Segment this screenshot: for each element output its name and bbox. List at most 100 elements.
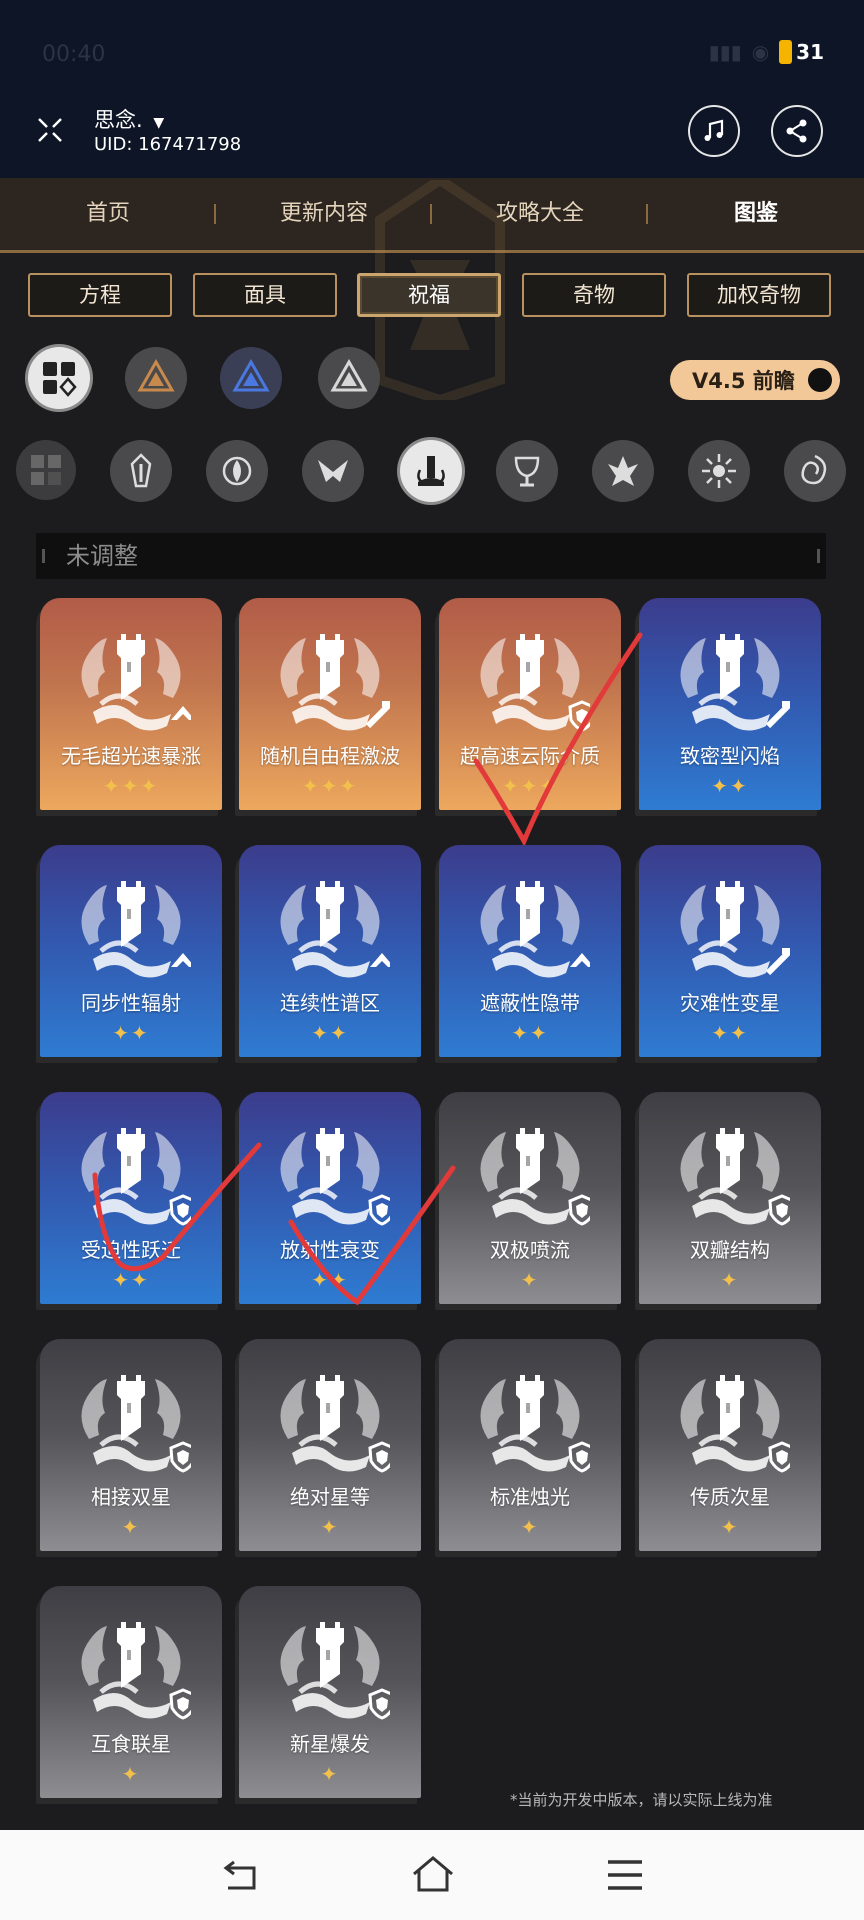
- hunt-icon: [514, 456, 540, 487]
- toggle-knob-icon: [808, 368, 832, 392]
- star-rating: ✦: [520, 1268, 540, 1292]
- filter-path-preservation[interactable]: [110, 440, 172, 502]
- all-icon: [31, 455, 61, 485]
- filter-path-nihility[interactable]: [302, 440, 364, 502]
- abundance-tower-icon: [480, 1375, 590, 1473]
- blessing-card[interactable]: 新星爆发 ✦: [239, 1586, 421, 1798]
- blessing-card[interactable]: 致密型闪焰 ✦✦: [639, 598, 821, 810]
- blessing-card[interactable]: 无毛超光速暴涨 ✦✦✦: [40, 598, 222, 810]
- star-rating: ✦✦: [112, 1268, 150, 1292]
- blessing-card[interactable]: 放射性衰变 ✦✦: [239, 1092, 421, 1304]
- destruction-icon: [608, 456, 638, 486]
- filter-all-rarity[interactable]: [28, 347, 90, 409]
- filter-path-elation[interactable]: [688, 440, 750, 502]
- blessing-card[interactable]: 受迫性跃迁 ✦✦: [40, 1092, 222, 1304]
- star-rating: ✦: [720, 1515, 740, 1539]
- blessing-name: 受迫性跃迁: [81, 1238, 181, 1262]
- category-tab-weighted-curios[interactable]: 加权奇物: [687, 273, 831, 317]
- blessing-card[interactable]: 连续性谱区 ✦✦: [239, 845, 421, 1057]
- status-time: 00:40: [42, 42, 106, 67]
- status-icons: ▮▮▮ ◉ 31: [709, 40, 824, 64]
- abundance-icon: [417, 456, 445, 486]
- blessing-name: 相接双星: [91, 1485, 171, 1509]
- star-rating: ✦: [320, 1762, 340, 1786]
- category-tab-masks[interactable]: 面具: [193, 273, 337, 317]
- elation-icon: [702, 454, 736, 488]
- blessing-card[interactable]: 灾难性变星 ✦✦: [639, 845, 821, 1057]
- star-rating: ✦✦: [711, 1021, 749, 1045]
- abundance-tower-icon: [81, 1128, 191, 1226]
- menu-icon[interactable]: [602, 1854, 648, 1896]
- blessing-name: 标准烛光: [490, 1485, 570, 1509]
- caret-down-icon: ▼: [153, 115, 165, 131]
- blessing-card[interactable]: 遮蔽性隐带 ✦✦: [439, 845, 621, 1057]
- category-tab-blessings[interactable]: 祝福: [357, 273, 501, 317]
- nav-tab-codex[interactable]: 图鉴: [648, 178, 864, 250]
- version-toggle[interactable]: V4.5 前瞻: [670, 360, 840, 400]
- star-rating: ✦✦: [112, 1021, 150, 1045]
- filter-rarity-blue[interactable]: [220, 347, 282, 409]
- abundance-tower-icon: [81, 634, 191, 731]
- blessing-card[interactable]: 互食联星 ✦: [40, 1586, 222, 1798]
- blessing-card[interactable]: 超高速云际介质 ✦✦✦: [439, 598, 621, 810]
- filter-path-remembrance[interactable]: [206, 440, 268, 502]
- filter-path-abundance[interactable]: [400, 440, 462, 502]
- version-label: V4.5 前瞻: [692, 369, 795, 393]
- filter-path-all[interactable]: [16, 440, 76, 500]
- blessing-card[interactable]: 传质次星 ✦: [639, 1339, 821, 1551]
- share-button[interactable]: [771, 105, 823, 157]
- blessing-name: 同步性辐射: [81, 991, 181, 1015]
- blessing-name: 双极喷流: [490, 1238, 570, 1262]
- star-rating: ✦✦✦: [501, 774, 559, 798]
- category-tab-equations[interactable]: 方程: [28, 273, 172, 317]
- filter-rarity-bronze[interactable]: [125, 347, 187, 409]
- filter-path-propagation[interactable]: [784, 440, 846, 502]
- abundance-tower-icon: [480, 881, 590, 978]
- user-uid: UID: 167471798: [94, 134, 242, 155]
- remembrance-icon: [222, 456, 252, 486]
- silver-path-icon: [330, 358, 368, 392]
- abundance-tower-icon: [81, 881, 191, 978]
- abundance-tower-icon: [280, 1128, 390, 1226]
- abundance-tower-icon: [280, 1622, 390, 1720]
- category-tab-curios[interactable]: 奇物: [522, 273, 666, 317]
- preservation-icon: [130, 453, 152, 488]
- blessing-card[interactable]: 绝对星等 ✦: [239, 1339, 421, 1551]
- abundance-tower-icon: [680, 1128, 790, 1226]
- blessing-name: 超高速云际介质: [460, 744, 600, 768]
- back-icon[interactable]: [218, 1854, 264, 1896]
- blessing-name: 连续性谱区: [280, 991, 380, 1015]
- section-title: 未调整: [66, 542, 138, 570]
- user-name: 思念.: [94, 108, 143, 132]
- blessing-card[interactable]: 同步性辐射 ✦✦: [40, 845, 222, 1057]
- bronze-path-icon: [137, 358, 175, 392]
- blessing-card[interactable]: 双极喷流 ✦: [439, 1092, 621, 1304]
- grid-all-icon: [43, 362, 77, 397]
- battery-indicator: 31: [779, 40, 824, 64]
- close-icon[interactable]: [36, 116, 64, 144]
- user-name-dropdown[interactable]: 思念. ▼: [94, 104, 164, 134]
- blessing-card[interactable]: 随机自由程激波 ✦✦✦: [239, 598, 421, 810]
- top-header: 00:40 ▮▮▮ ◉ 31 思念. ▼ UID: 167471798: [0, 0, 864, 178]
- abundance-tower-icon: [480, 634, 590, 732]
- star-rating: ✦✦: [711, 774, 749, 798]
- blessing-card[interactable]: 标准烛光 ✦: [439, 1339, 621, 1551]
- abundance-tower-icon: [680, 881, 790, 978]
- blessing-name: 互食联星: [91, 1732, 171, 1756]
- blessing-name: 灾难性变星: [680, 991, 780, 1015]
- music-button[interactable]: [688, 105, 740, 157]
- star-rating: ✦: [520, 1515, 540, 1539]
- blessing-card[interactable]: 相接双星 ✦: [40, 1339, 222, 1551]
- blessing-name: 随机自由程激波: [260, 744, 400, 768]
- filter-rarity-silver[interactable]: [318, 347, 380, 409]
- blessing-card[interactable]: 双瓣结构 ✦: [639, 1092, 821, 1304]
- blessing-name: 绝对星等: [290, 1485, 370, 1509]
- star-rating: ✦✦✦: [301, 774, 359, 798]
- home-icon[interactable]: [410, 1854, 456, 1896]
- nav-tab-home[interactable]: 首页: [0, 178, 216, 250]
- blessing-name: 遮蔽性隐带: [480, 991, 580, 1015]
- filter-path-destruction[interactable]: [592, 440, 654, 502]
- filter-path-hunt[interactable]: [496, 440, 558, 502]
- star-rating: ✦✦: [311, 1021, 349, 1045]
- abundance-tower-icon: [280, 1375, 390, 1473]
